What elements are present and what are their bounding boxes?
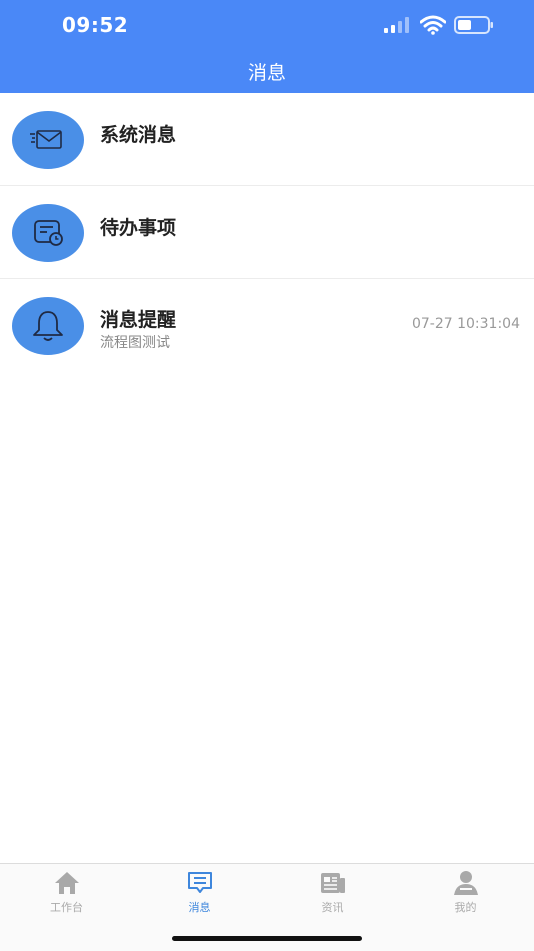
list-item-subtitle: 流程图测试 <box>100 335 170 351</box>
list-item-title: 消息提醒 <box>100 309 177 331</box>
tab-news[interactable]: 资讯 <box>266 870 399 915</box>
list-item-time: 07-27 10:31:04 <box>411 316 520 332</box>
mail-icon <box>30 130 62 149</box>
tab-label: 消息 <box>188 901 211 914</box>
page-title: 消息 <box>247 62 286 84</box>
message-list: 系统消息 待办事项 消息提醒 流程图测试 07-27 10:31:04 <box>0 93 534 372</box>
cellular-signal-icon <box>384 17 409 33</box>
list-item-title: 系统消息 <box>100 124 177 146</box>
user-icon <box>453 871 478 895</box>
avatar <box>12 297 84 355</box>
wifi-icon <box>420 15 446 35</box>
list-item-title: 待办事项 <box>100 217 177 239</box>
list-item-system-messages[interactable]: 系统消息 <box>0 93 534 186</box>
list-item-todo[interactable]: 待办事项 <box>0 186 534 279</box>
tab-label: 我的 <box>454 901 477 914</box>
avatar <box>12 204 84 262</box>
news-icon <box>320 873 345 893</box>
tab-label: 资讯 <box>321 901 344 914</box>
top-header: 09:52 消息 <box>0 0 534 93</box>
list-item-reminder[interactable]: 消息提醒 流程图测试 07-27 10:31:04 <box>0 279 534 372</box>
tab-workbench[interactable]: 工作台 <box>0 870 133 915</box>
tab-mine[interactable]: 我的 <box>399 870 532 915</box>
avatar <box>12 111 84 169</box>
home-icon <box>54 872 79 894</box>
tab-messages[interactable]: 消息 <box>133 870 266 915</box>
message-icon <box>187 872 212 893</box>
todo-clock-icon <box>34 220 63 246</box>
home-indicator[interactable] <box>172 936 362 941</box>
status-time: 09:52 <box>62 13 129 37</box>
bell-icon <box>33 311 63 341</box>
battery-icon <box>454 16 493 34</box>
tab-label: 工作台 <box>50 901 83 914</box>
